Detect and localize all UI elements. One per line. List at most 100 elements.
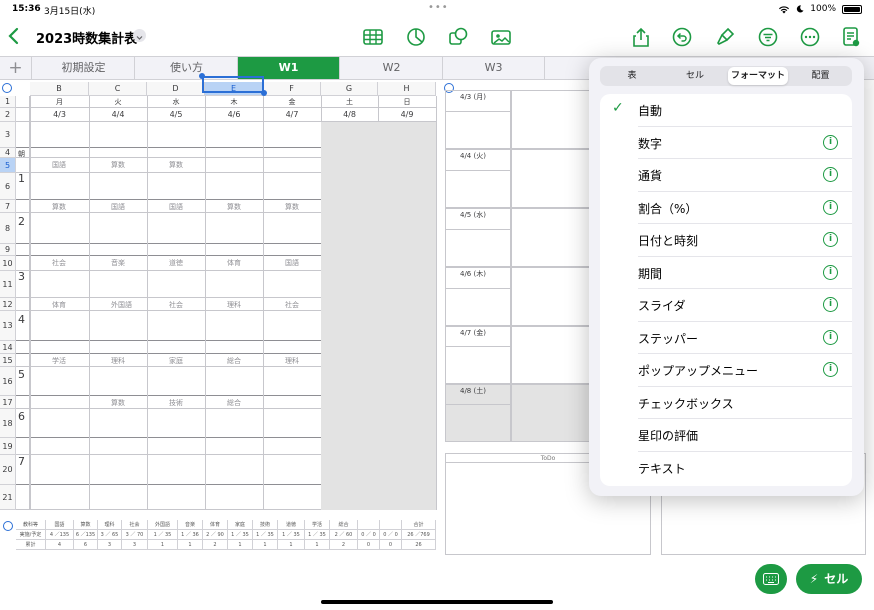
row-header[interactable]: 3 xyxy=(0,122,16,148)
day-label[interactable]: 4/6 (木) xyxy=(460,269,486,279)
document-settings-icon[interactable] xyxy=(840,26,862,48)
format-option[interactable]: 数字 i xyxy=(600,127,852,159)
undo-icon[interactable] xyxy=(671,26,693,48)
summary-cell[interactable]: 1 xyxy=(253,540,278,550)
format-option[interactable]: チェックボックス xyxy=(600,387,852,419)
selected-cell[interactable] xyxy=(202,76,264,93)
subject-cell[interactable]: 体育 xyxy=(227,258,241,268)
organize-icon[interactable] xyxy=(757,26,779,48)
format-brush-icon[interactable] xyxy=(714,26,736,48)
summary-cell[interactable]: 2 ／ 90 xyxy=(203,530,228,540)
subject-cell[interactable]: 算数 xyxy=(227,202,241,212)
summary-cell[interactable]: 1 xyxy=(178,540,203,550)
day-label[interactable]: 4/7 (金) xyxy=(460,328,486,338)
row-header[interactable]: 13 xyxy=(0,311,16,341)
subject-cell[interactable]: 国語 xyxy=(169,202,183,212)
summary-cell[interactable]: 1 ／ 35 xyxy=(305,530,330,540)
summary-cell[interactable]: 技術 xyxy=(253,520,278,530)
summary-cell[interactable]: 1 ／ 35 xyxy=(228,530,253,540)
row-header[interactable]: 16 xyxy=(0,367,16,396)
date-cell[interactable]: 4/6 xyxy=(205,110,263,119)
summary-cell[interactable]: 1 ／ 35 xyxy=(278,530,305,540)
date-cell[interactable]: 4/4 xyxy=(89,110,147,119)
summary-cell[interactable]: 0 xyxy=(358,540,380,550)
summary-cell[interactable]: 6 xyxy=(74,540,98,550)
summary-cell[interactable]: 3 ／ 70 xyxy=(122,530,148,540)
row-header[interactable]: 7 xyxy=(0,200,16,213)
timetable-sheet[interactable]: B C D E F G H 1 2 3 4 5 6 7 8 9 10 11 12 13 14 15 16 17 18 19 20 21… xyxy=(0,73,440,562)
subject-cell[interactable]: 音楽 xyxy=(111,258,125,268)
subject-cell[interactable]: 算数 xyxy=(169,160,183,170)
summary-cell[interactable]: 0 ／ 0 xyxy=(358,530,380,540)
day-label[interactable]: 4/8 (土) xyxy=(460,386,486,396)
sheet-corner-handle[interactable] xyxy=(2,83,12,93)
format-option[interactable]: 割合（%） i xyxy=(600,192,852,224)
info-icon[interactable]: i xyxy=(823,167,838,182)
multitasking-dots-icon[interactable]: ••• xyxy=(428,2,449,13)
summary-cell[interactable] xyxy=(380,520,402,530)
info-icon[interactable]: i xyxy=(823,329,838,345)
row-header[interactable]: 17 xyxy=(0,396,16,409)
subject-cell[interactable]: 総合 xyxy=(227,398,241,408)
row-header[interactable]: 14 xyxy=(0,341,16,354)
chart-icon[interactable] xyxy=(405,26,427,48)
summary-handle-icon[interactable] xyxy=(3,521,13,531)
row-header[interactable]: 9 xyxy=(0,244,16,256)
back-chevron-icon[interactable] xyxy=(6,26,22,46)
subject-cell[interactable]: 算数 xyxy=(52,202,66,212)
row-header[interactable]: 4 xyxy=(0,148,16,158)
format-option[interactable]: テキスト xyxy=(600,452,852,485)
info-icon[interactable]: i xyxy=(823,199,838,215)
row-header[interactable]: 19 xyxy=(0,438,16,455)
summary-cell[interactable]: 2 xyxy=(203,540,228,550)
column-header[interactable]: F xyxy=(263,82,321,96)
summary-cell[interactable]: 0 xyxy=(380,540,402,550)
info-icon[interactable]: i xyxy=(823,134,838,150)
subject-cell[interactable]: 総合 xyxy=(227,356,241,366)
summary-cell[interactable]: 理科 xyxy=(98,520,122,530)
more-icon[interactable] xyxy=(799,26,821,48)
summary-cell[interactable]: 教科等 xyxy=(16,520,46,530)
summary-cell[interactable]: 1 xyxy=(228,540,253,550)
summary-cell[interactable]: 音楽 xyxy=(178,520,203,530)
row-header[interactable]: 5 xyxy=(0,158,16,173)
column-header[interactable]: D xyxy=(147,82,205,96)
segment-format[interactable]: フォーマット xyxy=(728,67,788,85)
summary-cell[interactable]: 2 xyxy=(330,540,358,550)
row-header[interactable]: 1 xyxy=(0,96,16,108)
summary-cell[interactable]: 6 ／135 xyxy=(74,530,98,540)
row-header[interactable]: 18 xyxy=(0,409,16,438)
keyboard-button[interactable] xyxy=(755,564,787,594)
subject-cell[interactable]: 理科 xyxy=(227,300,241,310)
subject-cell[interactable]: 社会 xyxy=(169,300,183,310)
summary-cell[interactable]: 1 ／ 36 xyxy=(178,530,203,540)
tab-w3[interactable]: W3 xyxy=(443,57,545,79)
subject-cell[interactable]: 理科 xyxy=(111,356,125,366)
column-header[interactable]: G xyxy=(321,82,378,96)
summary-cell[interactable]: 0 ／ 0 xyxy=(380,530,402,540)
summary-cell[interactable]: 1 ／ 35 xyxy=(253,530,278,540)
row-header[interactable]: 8 xyxy=(0,213,16,244)
column-header[interactable]: C xyxy=(89,82,147,96)
date-cell[interactable]: 4/8 xyxy=(321,110,378,119)
row-header[interactable]: 20 xyxy=(0,455,16,485)
summary-cell[interactable]: 学活 xyxy=(305,520,330,530)
date-cell[interactable]: 4/3 xyxy=(30,110,89,119)
day-label[interactable]: 4/3 (月) xyxy=(460,92,486,102)
summary-cell[interactable]: 合計 xyxy=(402,520,436,530)
summary-cell[interactable]: 累計 xyxy=(16,540,46,550)
column-header[interactable]: B xyxy=(30,82,89,96)
format-option[interactable]: ✓ 自動 xyxy=(600,94,852,127)
title-menu-chevron-icon[interactable] xyxy=(133,29,146,42)
summary-cell[interactable]: 1 xyxy=(278,540,305,550)
subject-cell[interactable]: 学活 xyxy=(52,356,66,366)
summary-cell[interactable] xyxy=(358,520,380,530)
subject-cell[interactable]: 外国語 xyxy=(111,300,132,310)
format-option[interactable]: 星印の評価 xyxy=(600,419,852,452)
media-icon[interactable] xyxy=(490,26,512,48)
summary-cell[interactable]: 26 xyxy=(402,540,436,550)
subject-cell[interactable]: 国語 xyxy=(285,258,299,268)
row-header[interactable]: 11 xyxy=(0,271,16,298)
info-icon[interactable]: i xyxy=(823,232,838,247)
row-header[interactable]: 10 xyxy=(0,256,16,271)
